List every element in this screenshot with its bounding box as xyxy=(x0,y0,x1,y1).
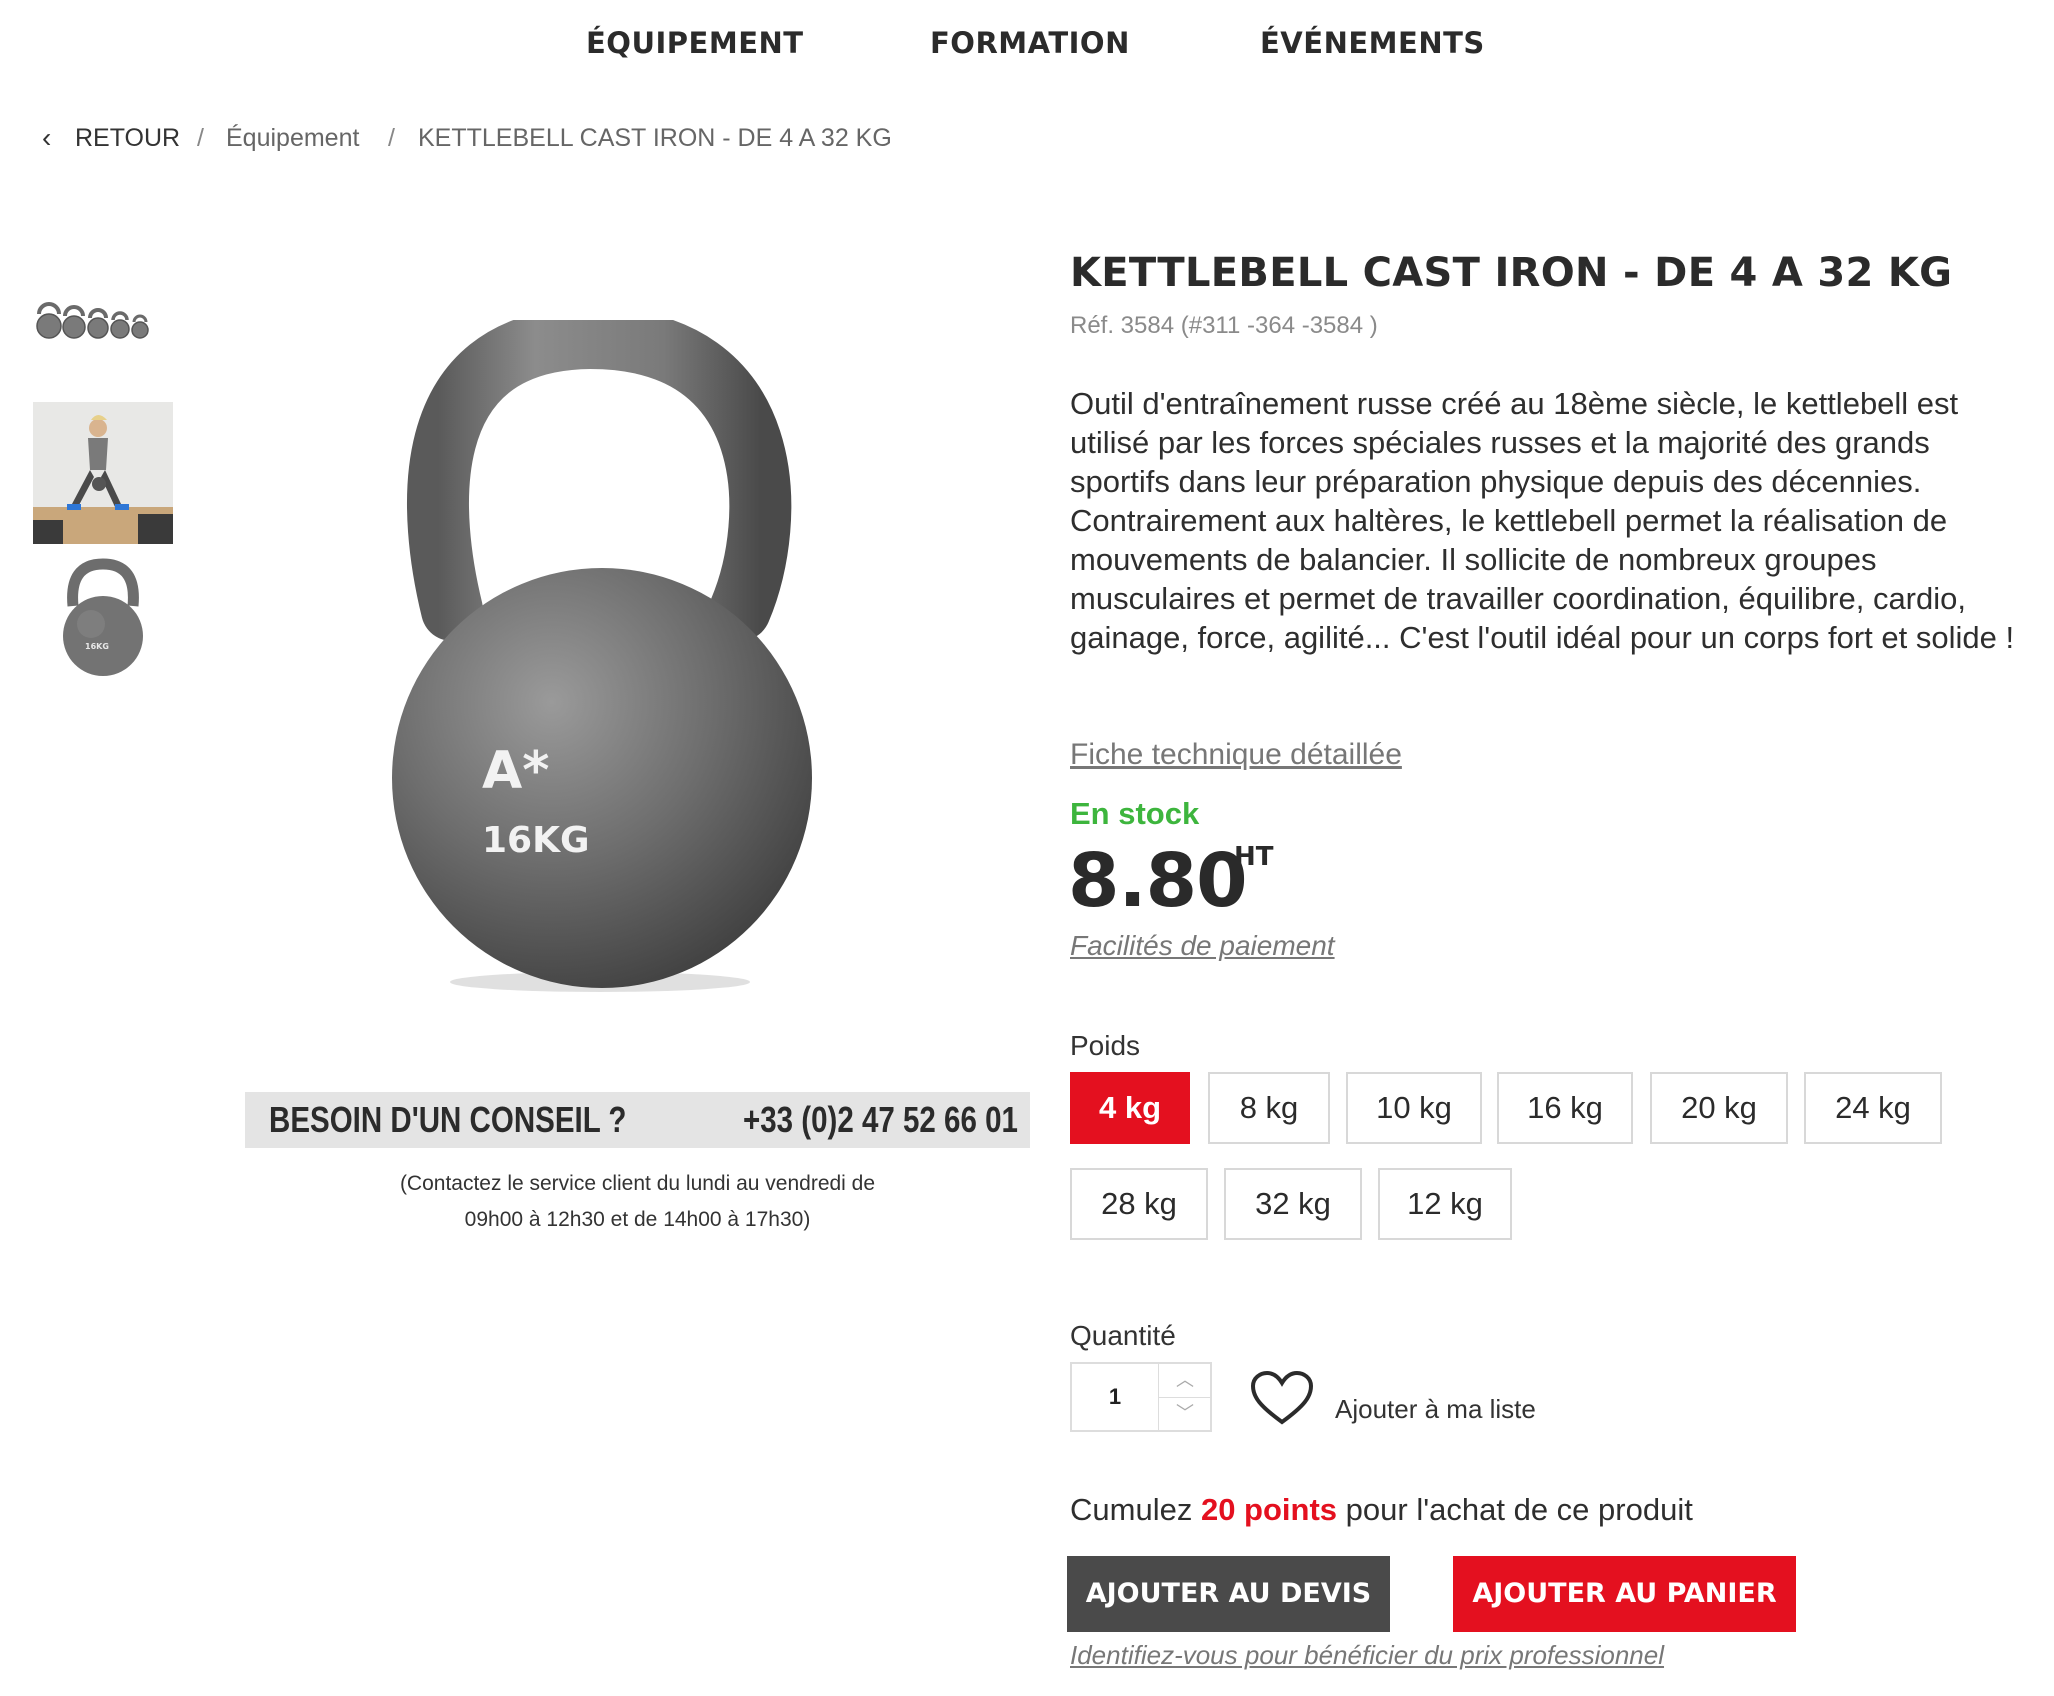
kettlebell-set-image xyxy=(36,302,149,339)
points-value: 20 points xyxy=(1200,1492,1338,1527)
thumbnail-kettlebell[interactable]: 16KG xyxy=(33,556,173,686)
payment-facilities-link[interactable]: Facilités de paiement xyxy=(1070,930,1335,962)
thumbnail-kettlebell-set[interactable] xyxy=(33,290,173,350)
add-to-wishlist-link[interactable]: Ajouter à ma liste xyxy=(1335,1394,1536,1425)
chevron-up-icon[interactable]: ︿ xyxy=(1158,1364,1211,1398)
breadcrumb-separator: / xyxy=(197,124,204,152)
breadcrumb-back-link[interactable]: RETOUR xyxy=(75,120,180,156)
breadcrumb-category-link[interactable]: Équipement xyxy=(226,120,359,156)
heart-icon[interactable] xyxy=(1250,1370,1314,1426)
advice-title: BESOIN D'UN CONSEIL ? xyxy=(269,1099,627,1140)
advice-banner: BESOIN D'UN CONSEIL ? +33 (0)2 47 52 66 … xyxy=(245,1092,1030,1148)
svg-text:16KG: 16KG xyxy=(482,820,590,861)
product-price: 8.80 xyxy=(1068,838,1248,924)
stock-status: En stock xyxy=(1070,796,1200,831)
product-main-image: A* 16KG xyxy=(360,306,880,1000)
kettlebell-thumb-image: 16KG xyxy=(63,558,143,676)
weight-label: Poids xyxy=(1070,1030,1141,1061)
advice-phone[interactable]: +33 (0)2 47 52 66 01 xyxy=(743,1092,1018,1148)
advice-hours-line2: 09h00 à 12h30 et de 14h00 à 17h30) xyxy=(464,1208,811,1231)
product-reference: Réf. 3584 (#311 -364 -3584 ) xyxy=(1070,312,1378,339)
product-description: Outil d'entraînement russe créé au 18ème… xyxy=(1070,386,2015,655)
weight-option-24kg[interactable]: 24 kg xyxy=(1804,1072,1942,1144)
chevron-down-icon[interactable]: ﹀ xyxy=(1158,1397,1211,1430)
svg-text:16KG: 16KG xyxy=(85,642,109,651)
weight-option-12kg[interactable]: 12 kg xyxy=(1378,1168,1512,1240)
weight-option-20kg[interactable]: 20 kg xyxy=(1650,1072,1788,1144)
chevron-left-icon[interactable]: ‹ xyxy=(42,120,51,156)
points-prefix: Cumulez xyxy=(1070,1492,1193,1527)
weight-option-28kg[interactable]: 28 kg xyxy=(1070,1168,1208,1240)
nav-item-evenements[interactable]: ÉVÉNEMENTS xyxy=(1260,20,1485,66)
quantity-input[interactable]: 1 xyxy=(1072,1364,1158,1430)
nav-item-equipement[interactable]: ÉQUIPEMENT xyxy=(586,20,804,66)
points-suffix: pour l'achat de ce produit xyxy=(1345,1492,1693,1527)
weight-option-16kg[interactable]: 16 kg xyxy=(1497,1072,1633,1144)
athlete-swing-image xyxy=(33,402,173,544)
breadcrumb-separator: / xyxy=(388,124,395,152)
breadcrumb-current: KETTLEBELL CAST IRON - DE 4 A 32 KG xyxy=(418,124,892,152)
technical-sheet-link[interactable]: Fiche technique détaillée xyxy=(1070,738,1402,772)
svg-text:A*: A* xyxy=(482,741,549,801)
weight-option-4kg[interactable]: 4 kg xyxy=(1070,1072,1190,1144)
price-tax-label: HT xyxy=(1234,842,1274,872)
add-to-cart-button[interactable]: AJOUTER AU PANIER xyxy=(1453,1556,1796,1632)
loyalty-points-text: Cumulez 20 points pour l'achat de ce pro… xyxy=(1070,1492,1693,1528)
thumbnail-athlete-photo[interactable] xyxy=(33,402,173,544)
weight-option-10kg[interactable]: 10 kg xyxy=(1346,1072,1482,1144)
add-to-quote-button[interactable]: AJOUTER AU DEVIS xyxy=(1067,1556,1390,1632)
weight-option-8kg[interactable]: 8 kg xyxy=(1208,1072,1330,1144)
login-pro-price-link[interactable]: Identifiez-vous pour bénéficier du prix … xyxy=(1070,1640,1664,1671)
product-title: KETTLEBELL CAST IRON - DE 4 A 32 KG xyxy=(1070,250,1953,296)
advice-hours-line1: (Contactez le service client du lundi au… xyxy=(399,1172,876,1195)
weight-option-32kg[interactable]: 32 kg xyxy=(1224,1168,1362,1240)
nav-item-formation[interactable]: FORMATION xyxy=(930,20,1130,66)
quantity-label: Quantité xyxy=(1070,1320,1176,1351)
quantity-stepper: 1 ︿ ﹀ xyxy=(1070,1362,1212,1432)
